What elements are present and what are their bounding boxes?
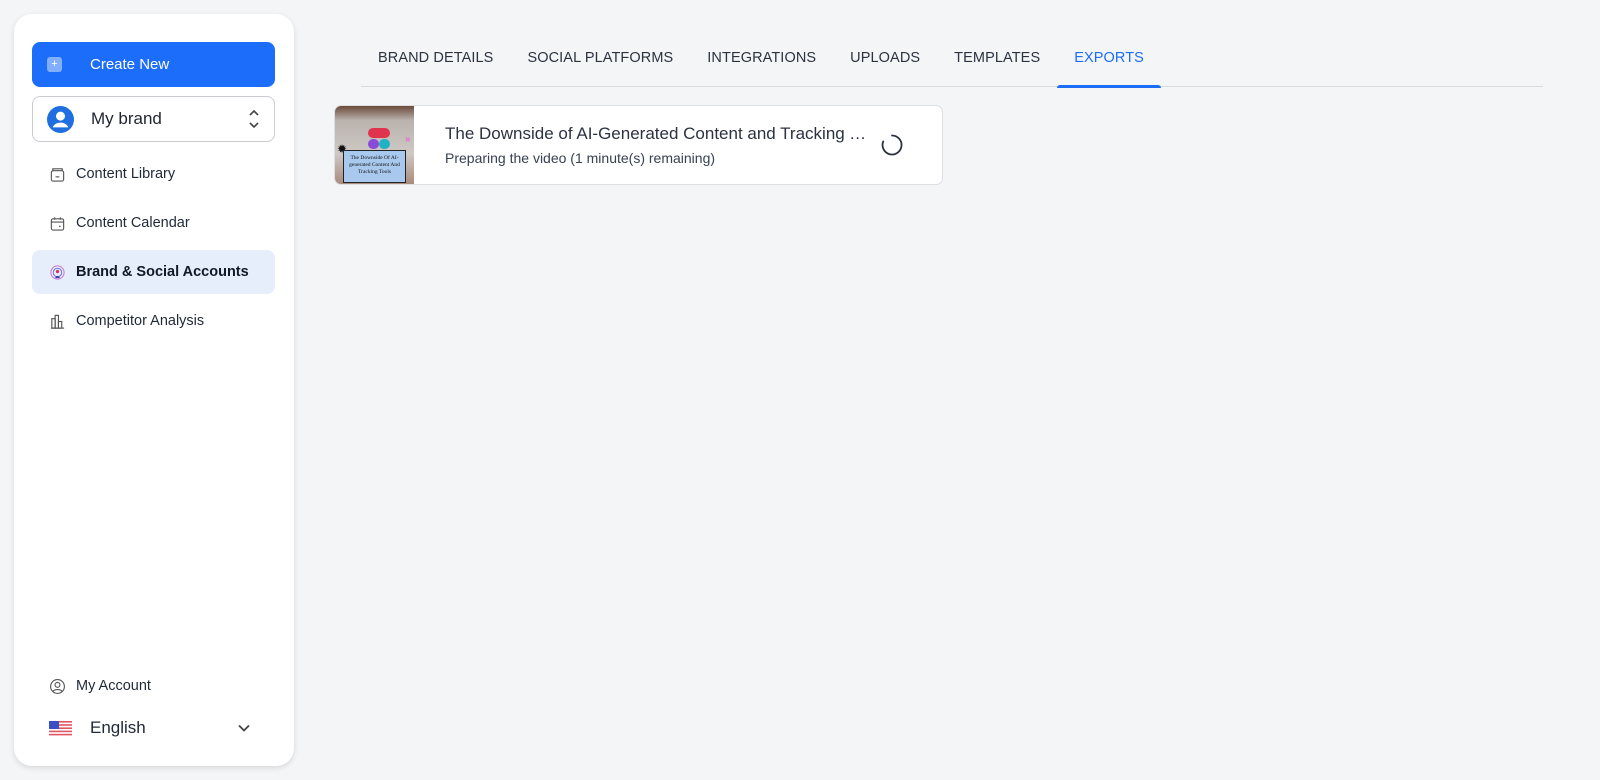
thumbnail-logo-shape [368,127,390,138]
us-flag-icon [49,720,72,736]
thumbnail-caption: The Downside Of AI-generated Content And… [343,149,406,183]
brand-selector-value: My brand [91,109,162,128]
thumbnail-logo-shape [368,138,379,149]
user-circle-icon [50,678,65,694]
broadcast-icon [50,264,65,280]
plus-icon: + [47,57,62,72]
sidebar-item-label: Brand & Social Accounts [76,264,249,280]
bar-chart-icon [50,314,65,329]
my-account-label: My Account [76,678,151,694]
tab-exports[interactable]: EXPORTS [1057,40,1161,88]
sidebar-item-label: Content Library [76,166,176,182]
calendar-icon [50,216,65,231]
thumbnail-logo-shape [379,138,390,149]
loading-spinner-icon [881,134,903,156]
brand-tabs: BRAND DETAILS SOCIAL PLATFORMS INTEGRATI… [361,40,1543,88]
sidebar-item-brand-social-accounts[interactable]: Brand & Social Accounts [32,250,275,294]
chevron-down-icon [238,724,250,732]
tab-uploads[interactable]: UPLOADS [833,40,937,87]
sidebar: + Create New My brand Content Library Co… [14,14,294,766]
thumbnail-arrow-icon: » [405,133,411,145]
archive-icon [50,167,65,182]
export-item[interactable]: » ✹ The Downside Of AI-generated Content… [334,105,943,185]
sidebar-item-label: Competitor Analysis [76,313,205,329]
chevron-up-down-icon [249,109,259,129]
sidebar-item-label: Content Calendar [76,215,190,231]
language-selector[interactable]: English [32,710,275,746]
tab-brand-details[interactable]: BRAND DETAILS [361,40,510,87]
brand-selector[interactable]: My brand [32,96,275,142]
sidebar-nav: Content Library Content Calendar Brand &… [32,152,275,348]
create-new-button[interactable]: + Create New [32,42,275,87]
tab-integrations[interactable]: INTEGRATIONS [690,40,833,87]
tab-social-platforms[interactable]: SOCIAL PLATFORMS [510,40,690,87]
my-account-link[interactable]: My Account [32,668,275,704]
tab-templates[interactable]: TEMPLATES [937,40,1057,87]
language-value: English [90,718,146,737]
export-info: The Downside of AI-Generated Content and… [445,124,872,166]
export-title: The Downside of AI-Generated Content and… [445,124,868,143]
sidebar-item-competitor-analysis[interactable]: Competitor Analysis [32,299,275,343]
sidebar-item-content-library[interactable]: Content Library [32,152,275,196]
video-thumbnail: » ✹ The Downside Of AI-generated Content… [335,106,414,184]
sidebar-item-content-calendar[interactable]: Content Calendar [32,201,275,245]
export-status: Preparing the video (1 minute(s) remaini… [445,150,716,166]
user-avatar-icon [47,105,74,133]
create-new-label: Create New [90,56,170,73]
